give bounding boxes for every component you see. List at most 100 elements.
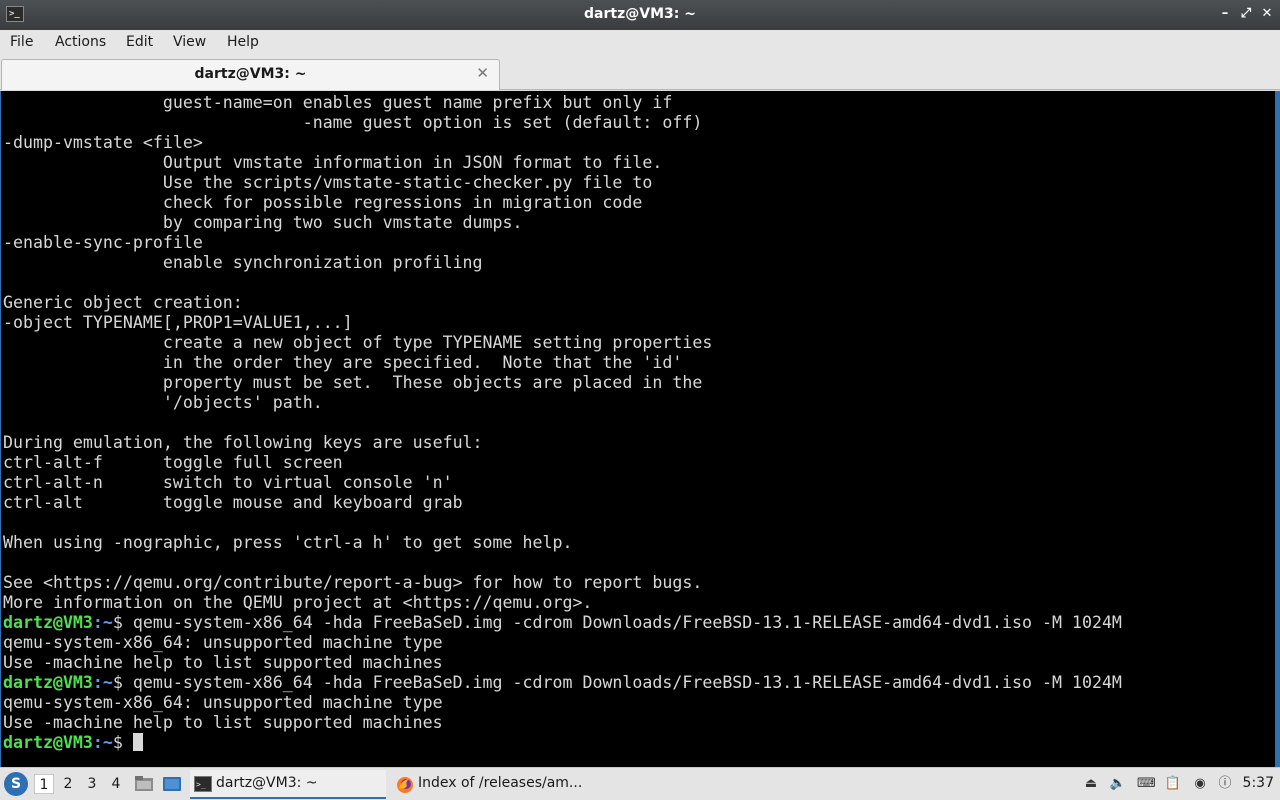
terminal-line: ctrl-alt toggle mouse and keyboard grab	[3, 493, 463, 513]
network-icon[interactable]: ◉	[1191, 775, 1209, 793]
output-text: by comparing two such vmstate dumps.	[3, 213, 523, 232]
tab-bar: dartz@VM3: ~ ✕	[0, 56, 1280, 90]
terminal-line: See <https://qemu.org/contribute/report-…	[3, 573, 702, 593]
desktop-switch-4[interactable]: 4	[106, 774, 126, 794]
output-text: Output vmstate information in JSON forma…	[3, 153, 663, 172]
desktop-switch-2[interactable]: 2	[58, 774, 78, 794]
prompt-user: dartz@VM3	[3, 613, 93, 632]
menu-bar: File Actions Edit View Help	[0, 30, 1280, 56]
terminal-line: ctrl-alt-f toggle full screen	[3, 453, 343, 473]
show-desktop-icon[interactable]	[161, 774, 183, 794]
output-text: -name guest option is set (default: off)	[3, 113, 703, 132]
prompt-path: :~	[92, 673, 113, 692]
minimize-button[interactable]: –	[1216, 5, 1234, 23]
terminal-line: enable synchronization profiling	[3, 253, 483, 273]
task-label: Index of /releases/am...	[418, 775, 583, 791]
terminal-line: in the order they are specified. Note th…	[3, 353, 683, 373]
terminal-line: -dump-vmstate <file>	[3, 133, 203, 153]
output-text: qemu-system-x86_64: unsupported machine …	[3, 693, 443, 712]
lxqt-start-icon[interactable]: S	[4, 772, 28, 796]
output-text: qemu-system-x86_64: unsupported machine …	[3, 633, 443, 652]
command-text: $	[112, 733, 133, 752]
output-text: ctrl-alt-n switch to virtual console 'n'	[3, 473, 453, 492]
output-text: enable synchronization profiling	[3, 253, 483, 272]
output-text: During emulation, the following keys are…	[3, 433, 483, 452]
output-text: -object TYPENAME[,PROP1=VALUE1,...]	[3, 313, 353, 332]
terminal-line: dartz@VM3:~$ qemu-system-x86_64 -hda Fre…	[3, 673, 1122, 693]
menu-actions[interactable]: Actions	[53, 34, 108, 50]
terminal-line: Generic object creation:	[3, 293, 243, 313]
terminal-line: by comparing two such vmstate dumps.	[3, 213, 523, 233]
menu-help[interactable]: Help	[225, 34, 261, 50]
terminal-line: property must be set. These objects are …	[3, 373, 702, 393]
svg-text:>_: >_	[196, 780, 206, 789]
terminal-line: '/objects' path.	[3, 393, 323, 413]
terminal-line: During emulation, the following keys are…	[3, 433, 483, 453]
window-title: dartz@VM3: ~	[584, 6, 696, 22]
terminal-line: -object TYPENAME[,PROP1=VALUE1,...]	[3, 313, 353, 333]
eject-icon[interactable]: ⏏	[1082, 775, 1100, 793]
terminal-line: -name guest option is set (default: off)	[3, 113, 703, 133]
keyboard-icon[interactable]: ⌨	[1137, 775, 1156, 793]
output-text: More information on the QEMU project at …	[3, 593, 593, 612]
maximize-button[interactable]: ⤢	[1237, 5, 1255, 23]
output-text: Use -machine help to list supported mach…	[3, 653, 443, 672]
close-button[interactable]: ✕	[1258, 5, 1276, 23]
terminal-line: ctrl-alt-n switch to virtual console 'n'	[3, 473, 453, 493]
terminal-line: Use -machine help to list supported mach…	[3, 713, 443, 733]
output-text: '/objects' path.	[3, 393, 323, 412]
taskbar: S 1 2 3 4 >_ dartz@VM3: ~ Index of /rele…	[0, 767, 1280, 800]
taskbar-task-terminal[interactable]: >_ dartz@VM3: ~	[190, 770, 386, 799]
text-cursor	[132, 733, 143, 751]
desktop-switch-1[interactable]: 1	[34, 774, 54, 794]
output-text: When using -nographic, press 'ctrl-a h' …	[3, 533, 573, 552]
window-titlebar[interactable]: >_ dartz@VM3: ~ – ⤢ ✕	[0, 0, 1280, 30]
terminal-line: guest-name=on enables guest name prefix …	[3, 93, 673, 113]
output-text: -dump-vmstate <file>	[3, 133, 203, 152]
output-text: Use -machine help to list supported mach…	[3, 713, 443, 732]
prompt-user: dartz@VM3	[3, 673, 93, 692]
terminal-line: More information on the QEMU project at …	[3, 593, 592, 613]
output-text: property must be set. These objects are …	[3, 373, 703, 392]
command-text: $ qemu-system-x86_64 -hda FreeBaSeD.img …	[112, 673, 1122, 692]
terminal-output[interactable]: guest-name=on enables guest name prefix …	[0, 91, 1280, 767]
prompt-path: :~	[92, 733, 113, 752]
output-text: See <https://qemu.org/contribute/report-…	[3, 573, 703, 592]
terminal-line: -enable-sync-profile	[3, 233, 203, 253]
terminal-line: Output vmstate information in JSON forma…	[3, 153, 663, 173]
tab-label: dartz@VM3: ~	[194, 66, 307, 82]
task-label: dartz@VM3: ~	[216, 775, 318, 791]
terminal-line: create a new object of type TYPENAME set…	[3, 333, 712, 353]
terminal-icon: >_	[194, 776, 212, 792]
menu-edit[interactable]: Edit	[124, 34, 155, 50]
output-text: guest-name=on enables guest name prefix …	[3, 93, 673, 112]
menu-file[interactable]: File	[8, 34, 35, 50]
taskbar-task-firefox[interactable]: Index of /releases/am...	[392, 770, 592, 799]
prompt-user: dartz@VM3	[3, 733, 93, 752]
command-text: $ qemu-system-x86_64 -hda FreeBaSeD.img …	[112, 613, 1122, 632]
output-text: Generic object creation:	[3, 293, 243, 312]
clipboard-icon[interactable]: 📋	[1164, 775, 1182, 793]
output-text: ctrl-alt toggle mouse and keyboard grab	[3, 493, 463, 512]
prompt-path: :~	[92, 613, 113, 632]
terminal-line: check for possible regressions in migrat…	[3, 193, 643, 213]
output-text: in the order they are specified. Note th…	[3, 353, 683, 372]
file-manager-icon[interactable]	[133, 774, 155, 794]
output-text: Use the scripts/vmstate-static-checker.p…	[3, 173, 653, 192]
output-text: ctrl-alt-f toggle full screen	[3, 453, 343, 472]
desktop-switch-3[interactable]: 3	[82, 774, 102, 794]
terminal-line: dartz@VM3:~$ qemu-system-x86_64 -hda Fre…	[3, 613, 1122, 633]
menu-view[interactable]: View	[171, 34, 208, 50]
terminal-tab[interactable]: dartz@VM3: ~ ✕	[1, 59, 500, 90]
terminal-line: When using -nographic, press 'ctrl-a h' …	[3, 533, 572, 553]
output-text: -enable-sync-profile	[3, 233, 203, 252]
volume-icon[interactable]: 🔈	[1109, 775, 1127, 793]
terminal-scrollbar[interactable]	[1275, 91, 1279, 767]
clock[interactable]: 5:37	[1243, 775, 1274, 791]
firefox-icon	[396, 776, 414, 793]
terminal-line: qemu-system-x86_64: unsupported machine …	[3, 633, 443, 653]
update-notifier-icon[interactable]: ⓘ	[1216, 775, 1234, 793]
tab-close-icon[interactable]: ✕	[476, 64, 489, 82]
terminal-line: Use -machine help to list supported mach…	[3, 653, 443, 673]
output-text: create a new object of type TYPENAME set…	[3, 333, 713, 352]
